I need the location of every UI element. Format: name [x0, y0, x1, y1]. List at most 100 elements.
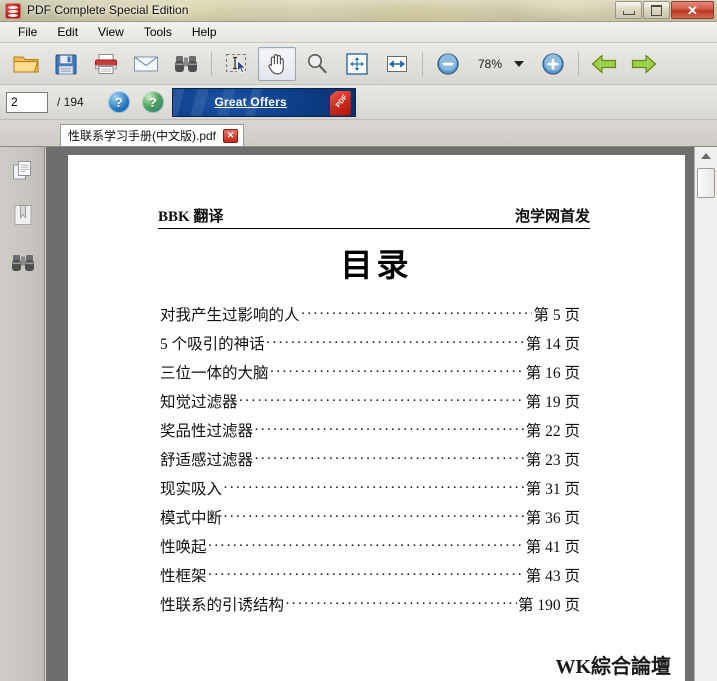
sidebar-search-panel[interactable] — [9, 249, 37, 277]
minimize-button[interactable] — [615, 1, 642, 19]
page-number-input[interactable] — [6, 91, 48, 113]
sidebar-bookmarks-panel[interactable] — [9, 201, 37, 229]
toc-entry[interactable]: 舒适感过滤器 ·································… — [160, 448, 580, 477]
zoom-tool-button[interactable] — [298, 47, 336, 81]
toc-entry[interactable]: 三位一体的大脑 ································… — [160, 361, 580, 390]
email-button[interactable] — [127, 47, 165, 81]
toc-entry-page: 第 22 页 — [525, 423, 580, 440]
page-title: 目录 — [340, 247, 413, 283]
great-offers-banner[interactable]: Great Offers PDF — [171, 87, 356, 117]
close-icon: ✕ — [687, 2, 698, 18]
toc-entry[interactable]: 奖品性过滤器 ·································… — [160, 419, 580, 448]
zoom-out-button[interactable] — [429, 47, 467, 81]
toc-entry[interactable]: 现实吸入 ···································… — [160, 477, 580, 506]
page-total-label: / 194 — [57, 95, 84, 109]
document-tab[interactable]: 性联系学习手册(中文版).pdf ✕ — [60, 124, 245, 146]
page-navigation-bar: / 194 ? ? Great Offers PDF — [0, 85, 717, 120]
magnifier-icon — [305, 52, 329, 76]
toolbar-separator-1 — [211, 51, 212, 76]
toc-entry[interactable]: 性框架 ····································… — [160, 564, 580, 593]
fit-width-icon — [385, 53, 409, 75]
pdf-tag-icon: PDF — [327, 90, 353, 116]
toc-entry[interactable]: 模式中断 ···································… — [160, 506, 580, 535]
toc-entry-title: 性联系的引诱结构 — [160, 597, 285, 614]
toc-leader-dots: ········································… — [207, 539, 525, 554]
document-viewport[interactable]: BBK 翻译 泡学网首发 目录 对我产生过影响的人 ··············… — [46, 147, 694, 681]
hand-tool-button[interactable] — [258, 46, 296, 81]
pdf-complete-icon — [5, 3, 21, 19]
toc-leader-dots: ········································… — [265, 336, 525, 351]
scroll-up-arrow[interactable] — [695, 147, 717, 164]
open-button[interactable] — [7, 47, 45, 81]
toc-leader-dots: ········································… — [254, 452, 525, 467]
table-of-contents: 对我产生过影响的人 ······························… — [160, 303, 580, 622]
find-button[interactable] — [167, 47, 205, 81]
title-bar[interactable]: PDF Complete Special Edition ✕ — [0, 0, 717, 22]
arrow-left-icon — [590, 53, 618, 75]
main-toolbar: 78% — [0, 43, 717, 85]
menu-file[interactable]: File — [8, 23, 47, 41]
toc-entry-title: 舒适感过滤器 — [160, 452, 254, 469]
fit-page-button[interactable] — [338, 47, 376, 81]
toc-entry[interactable]: 5 个吸引的神话 ·······························… — [160, 332, 580, 361]
fit-width-button[interactable] — [378, 47, 416, 81]
pdf-complete-window: PDF Complete Special Edition ✕ File Edit… — [0, 0, 717, 681]
save-floppy-icon — [54, 52, 78, 76]
toc-leader-dots: ········································… — [300, 307, 533, 322]
bookmark-icon — [12, 203, 34, 227]
pages-icon — [11, 159, 35, 183]
toc-entry-title: 对我产生过影响的人 — [160, 307, 300, 324]
hand-icon — [265, 52, 289, 76]
toc-entry-title: 5 个吸引的神话 — [160, 336, 265, 353]
toc-entry-title: 知觉过滤器 — [160, 394, 238, 411]
close-tab-button[interactable]: ✕ — [223, 128, 239, 143]
toc-entry-title: 性唤起 — [160, 539, 207, 556]
forum-watermark: WK綜合論壇 — [555, 656, 671, 678]
menu-bar: File Edit View Tools Help — [0, 22, 717, 43]
toc-entry-page: 第 5 页 — [533, 307, 580, 324]
toc-leader-dots: ········································… — [223, 510, 525, 525]
header-left-text: BBK 翻译 — [158, 209, 224, 225]
toc-entry[interactable]: 对我产生过影响的人 ······························… — [160, 303, 580, 332]
toc-entry-page: 第 19 页 — [525, 394, 580, 411]
minimize-icon — [622, 10, 635, 15]
menu-edit[interactable]: Edit — [47, 23, 88, 41]
maximize-button[interactable] — [643, 1, 670, 19]
scroll-thumb[interactable] — [697, 168, 715, 198]
toc-entry-page: 第 36 页 — [525, 510, 580, 527]
fit-page-icon — [345, 52, 369, 76]
toolbar-separator-3 — [578, 51, 579, 76]
previous-page-arrow[interactable] — [585, 47, 623, 81]
toc-entry[interactable]: 性联系的引诱结构 ·······························… — [160, 593, 580, 622]
toc-leader-dots: ········································… — [254, 423, 525, 438]
toc-entry-title: 奖品性过滤器 — [160, 423, 254, 440]
menu-help[interactable]: Help — [182, 23, 227, 41]
great-offers-label: Great Offers — [214, 95, 287, 109]
window-controls: ✕ — [614, 1, 714, 20]
toc-entry[interactable]: 性唤起 ····································… — [160, 535, 580, 564]
close-button[interactable]: ✕ — [671, 1, 714, 19]
print-button[interactable] — [87, 47, 125, 81]
sidebar-pages-panel[interactable] — [9, 157, 37, 185]
pdf-page: BBK 翻译 泡学网首发 目录 对我产生过影响的人 ··············… — [68, 155, 685, 681]
select-text-button[interactable] — [218, 47, 256, 81]
zoom-level-value[interactable]: 78% — [468, 57, 512, 71]
help-question-icon[interactable]: ? — [107, 91, 130, 113]
save-button[interactable] — [47, 47, 85, 81]
menu-view[interactable]: View — [88, 23, 134, 41]
menu-tools[interactable]: Tools — [134, 23, 182, 41]
toc-entry-title: 三位一体的大脑 — [160, 365, 269, 382]
toc-entry[interactable]: 知觉过滤器 ··································… — [160, 390, 580, 419]
zoom-in-icon — [541, 52, 565, 76]
zoom-dropdown-arrow[interactable] — [514, 60, 524, 67]
window-title: PDF Complete Special Edition — [27, 3, 189, 17]
zoom-in-button[interactable] — [534, 47, 572, 81]
toc-entry-page: 第 31 页 — [525, 481, 580, 498]
folder-open-icon — [12, 52, 40, 76]
next-page-arrow[interactable] — [625, 47, 663, 81]
vertical-scrollbar[interactable] — [694, 147, 717, 681]
globe-help-icon[interactable]: ? — [141, 91, 164, 113]
toc-entry-page: 第 14 页 — [525, 336, 580, 353]
toc-leader-dots: ········································… — [207, 568, 525, 583]
navigation-sidebar — [0, 147, 45, 681]
